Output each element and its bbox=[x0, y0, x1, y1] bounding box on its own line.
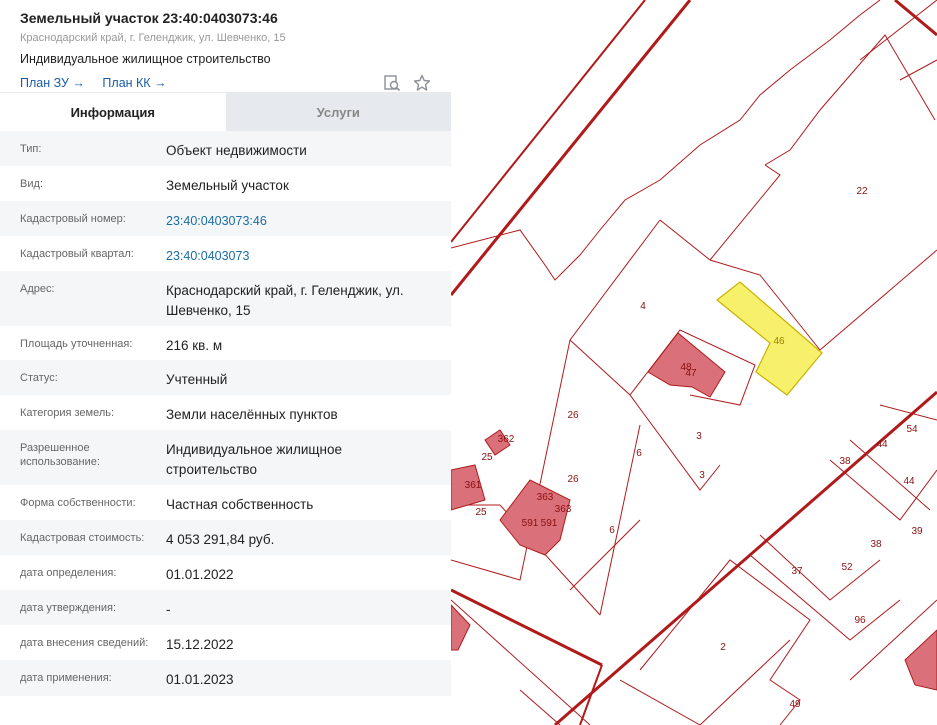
row-value: 216 кв. м bbox=[166, 338, 223, 353]
tab-services[interactable]: Услуги bbox=[225, 93, 451, 131]
table-row: дата утверждения: - bbox=[0, 590, 451, 625]
row-key: Статус: bbox=[20, 372, 58, 384]
properties-table: Тип: Объект недвижимости Вид: Земельный уч… bbox=[0, 131, 451, 696]
row-key: Вид: bbox=[20, 178, 43, 190]
table-row: дата внесения сведений: 15.12.2022 bbox=[0, 625, 451, 660]
tab-info[interactable]: Информация bbox=[0, 93, 226, 131]
row-value: 01.01.2023 bbox=[166, 672, 234, 687]
map-label: 6 bbox=[636, 448, 642, 459]
table-row: дата определения: 01.01.2022 bbox=[0, 555, 451, 590]
map-label: 47 bbox=[685, 368, 697, 379]
map-label: 46 bbox=[773, 336, 785, 347]
parcel-address: Краснодарский край, г. Геленджик, ул. Ше… bbox=[20, 32, 286, 44]
row-value: 4 053 291,84 руб. bbox=[166, 532, 275, 547]
map-label: 26 bbox=[567, 410, 579, 421]
row-key: дата применения: bbox=[20, 672, 112, 684]
map-label: 38 bbox=[870, 539, 882, 550]
map-label: 25 bbox=[481, 452, 493, 463]
table-row: Кадастровая стоимость: 4 053 291,84 руб. bbox=[0, 520, 451, 555]
table-row: Адрес: Краснодарский край, г. Геленджик, … bbox=[0, 271, 451, 326]
row-value: Индивидуальное жилищное строительство bbox=[166, 442, 342, 477]
table-row: Площадь уточненная: 216 кв. м bbox=[0, 326, 451, 360]
map-label: 26 bbox=[567, 474, 579, 485]
table-row: Кадастровый квартал: 23:40:0403073 bbox=[0, 236, 451, 271]
plan-zu-link[interactable]: План ЗУ → bbox=[20, 76, 85, 90]
map-label: 361 bbox=[465, 480, 482, 491]
map-label: 363 bbox=[537, 492, 554, 503]
cadastral-map[interactable]: 22 4 46 48 47 26 3 6 3 26 6 362 25 361 2… bbox=[451, 0, 937, 725]
row-key: Разрешенное использование: bbox=[20, 442, 100, 468]
table-row: Тип: Объект недвижимости bbox=[0, 131, 451, 166]
map-canvas[interactable]: 22 4 46 48 47 26 3 6 3 26 6 362 25 361 2… bbox=[451, 0, 937, 725]
cadastral-quarter-link[interactable]: 23:40:0403073 bbox=[166, 236, 431, 271]
building-right[interactable] bbox=[904, 629, 937, 691]
row-value: 01.01.2022 bbox=[166, 567, 234, 582]
map-label: 591 bbox=[541, 518, 558, 529]
row-key: Кадастровая стоимость: bbox=[20, 532, 145, 544]
row-value: Краснодарский край, г. Геленджик, ул. Ше… bbox=[166, 283, 404, 318]
map-label: 44 bbox=[876, 439, 888, 450]
parcel-use: Индивидуальное жилищное строительство bbox=[20, 52, 271, 66]
map-label: 44 bbox=[903, 476, 915, 487]
parcel-title: Земельный участок 23:40:0403073:46 bbox=[20, 10, 278, 26]
map-label: 22 bbox=[856, 186, 868, 197]
map-label: 4 bbox=[640, 301, 646, 312]
row-value: Земельный участок bbox=[166, 178, 289, 193]
map-label: 37 bbox=[791, 566, 803, 577]
plan-kk-link[interactable]: План КК → bbox=[102, 76, 166, 90]
map-label: 54 bbox=[906, 424, 918, 435]
buildings bbox=[451, 332, 937, 691]
map-label: 39 bbox=[911, 526, 923, 537]
row-key: Адрес: bbox=[20, 283, 55, 295]
row-value: 15.12.2022 bbox=[166, 637, 234, 652]
row-key: дата внесения сведений: bbox=[20, 637, 149, 649]
row-value: Земли населённых пунктов bbox=[166, 407, 338, 422]
row-key: дата определения: bbox=[20, 567, 117, 579]
info-panel: Земельный участок 23:40:0403073:46 Красн… bbox=[0, 0, 451, 725]
row-key: дата утверждения: bbox=[20, 602, 117, 614]
map-label: 2 bbox=[720, 642, 726, 653]
panel-header: Земельный участок 23:40:0403073:46 Красн… bbox=[0, 0, 451, 92]
row-value: Частная собственность bbox=[166, 497, 314, 512]
map-label: 6 bbox=[609, 525, 615, 536]
map-label: 3 bbox=[699, 470, 705, 481]
map-label: 363 bbox=[555, 504, 572, 515]
map-label: 3 bbox=[696, 431, 702, 442]
row-key: Форма собственности: bbox=[20, 497, 136, 509]
row-key: Площадь уточненная: bbox=[20, 338, 133, 350]
table-row: Форма собственности: Частная собственност… bbox=[0, 485, 451, 520]
row-key: Категория земель: bbox=[20, 407, 115, 419]
map-label: 362 bbox=[498, 434, 515, 445]
map-label: 25 bbox=[475, 507, 487, 518]
building-left[interactable] bbox=[451, 604, 471, 651]
table-row: Кадастровый номер: 23:40:0403073:46 bbox=[0, 201, 451, 236]
table-row: Статус: Учтенный bbox=[0, 360, 451, 395]
row-value: Учтенный bbox=[166, 372, 228, 387]
row-key: Тип: bbox=[20, 143, 42, 155]
map-label: 49 bbox=[789, 699, 801, 710]
table-row: Категория земель: Земли населённых пункто… bbox=[0, 395, 451, 430]
star-icon[interactable] bbox=[413, 74, 431, 92]
row-value: - bbox=[166, 602, 171, 617]
map-label: 52 bbox=[841, 562, 853, 573]
table-row: дата применения: 01.01.2023 bbox=[0, 660, 451, 696]
table-row: Разрешенное использование: Индивидуальное… bbox=[0, 430, 451, 485]
row-key: Кадастровый номер: bbox=[20, 213, 126, 225]
selected-parcel-46[interactable] bbox=[716, 281, 823, 396]
row-key: Кадастровый квартал: bbox=[20, 248, 134, 260]
map-label: 96 bbox=[854, 615, 866, 626]
map-label: 38 bbox=[839, 456, 851, 467]
map-label: 591 bbox=[522, 518, 539, 529]
tabs: Информация Услуги bbox=[0, 92, 451, 131]
cadastral-number-link[interactable]: 23:40:0403073:46 bbox=[166, 201, 431, 236]
row-value: Объект недвижимости bbox=[166, 143, 307, 158]
table-row: Вид: Земельный участок bbox=[0, 166, 451, 201]
search-map-icon[interactable] bbox=[383, 74, 401, 92]
